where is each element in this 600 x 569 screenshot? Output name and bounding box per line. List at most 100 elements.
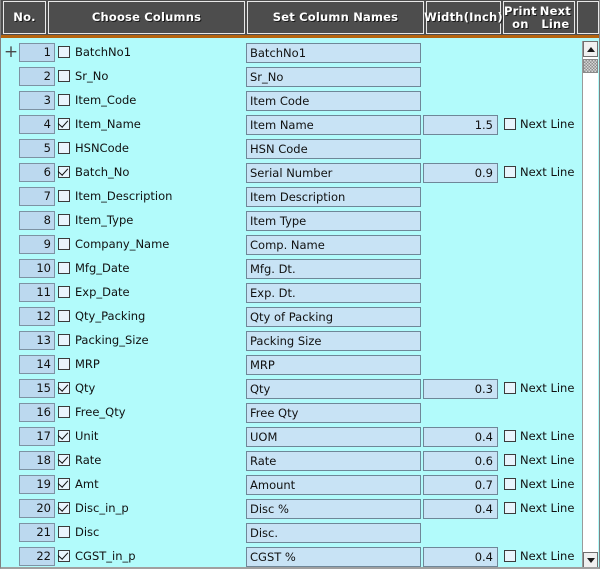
column-name-input[interactable]: CGST % — [246, 547, 421, 567]
choose-column-checkbox[interactable] — [58, 286, 70, 298]
column-name-input[interactable]: Rate — [246, 451, 421, 471]
column-name-input[interactable]: Item Type — [246, 211, 421, 231]
choose-column-checkbox[interactable] — [58, 526, 70, 538]
table-row[interactable]: 7 Item_Description Item Description — [1, 185, 586, 209]
row-number-cell[interactable]: 4 — [19, 115, 55, 134]
width-input[interactable]: 0.3 — [423, 379, 498, 399]
print-on-next-line-checkbox[interactable] — [504, 430, 516, 442]
column-header-print-on-next-line[interactable]: Print on Next Line — [503, 1, 575, 34]
row-number-cell[interactable]: 21 — [19, 523, 55, 542]
row-number-cell[interactable]: 16 — [19, 403, 55, 422]
choose-column-checkbox[interactable] — [58, 238, 70, 250]
column-name-input[interactable]: Amount — [246, 475, 421, 495]
column-name-input[interactable]: Comp. Name — [246, 235, 421, 255]
column-name-input[interactable]: BatchNo1 — [246, 43, 421, 63]
table-row[interactable]: 19 Amt Amount 0.7 Next Line — [1, 473, 586, 497]
scroll-up-button[interactable] — [583, 41, 598, 57]
row-number-cell[interactable]: 20 — [19, 499, 55, 518]
scrollbar-thumb[interactable] — [583, 59, 598, 73]
row-number-cell[interactable]: 11 — [19, 283, 55, 302]
row-number-cell[interactable]: 3 — [19, 91, 55, 110]
column-name-input[interactable]: Item Code — [246, 91, 421, 111]
column-name-input[interactable]: Serial Number — [246, 163, 421, 183]
table-row[interactable]: +1 BatchNo1 BatchNo1 — [1, 41, 586, 65]
print-on-next-line-checkbox[interactable] — [504, 478, 516, 490]
column-name-input[interactable]: Item Name — [246, 115, 421, 135]
row-number-cell[interactable]: 9 — [19, 235, 55, 254]
row-number-cell[interactable]: 1 — [19, 43, 55, 62]
print-on-next-line-checkbox[interactable] — [504, 166, 516, 178]
table-row[interactable]: 13 Packing_Size Packing Size — [1, 329, 586, 353]
column-header-set-column-names[interactable]: Set Column Names — [247, 1, 424, 34]
table-row[interactable]: 18 Rate Rate 0.6 Next Line — [1, 449, 586, 473]
choose-column-checkbox[interactable] — [58, 430, 70, 442]
choose-column-checkbox[interactable] — [58, 142, 70, 154]
choose-column-checkbox[interactable] — [58, 118, 70, 130]
column-header-no[interactable]: No. — [3, 1, 46, 34]
width-input[interactable]: 0.9 — [423, 163, 498, 183]
table-row[interactable]: 3 Item_Code Item Code — [1, 89, 586, 113]
choose-column-checkbox[interactable] — [58, 214, 70, 226]
table-row[interactable]: 12 Qty_Packing Qty of Packing — [1, 305, 586, 329]
table-row[interactable]: 14 MRP MRP — [1, 353, 586, 377]
choose-column-checkbox[interactable] — [58, 334, 70, 346]
column-name-input[interactable]: Disc % — [246, 499, 421, 519]
choose-column-checkbox[interactable] — [58, 46, 70, 58]
width-input[interactable]: 0.4 — [423, 499, 498, 519]
column-name-input[interactable]: Disc. — [246, 523, 421, 543]
choose-column-checkbox[interactable] — [58, 478, 70, 490]
choose-column-checkbox[interactable] — [58, 454, 70, 466]
row-number-cell[interactable]: 19 — [19, 475, 55, 494]
column-name-input[interactable]: HSN Code — [246, 139, 421, 159]
choose-column-checkbox[interactable] — [58, 382, 70, 394]
column-header-width[interactable]: Width (Inch) — [424, 1, 503, 34]
row-number-cell[interactable]: 13 — [19, 331, 55, 350]
vertical-scrollbar[interactable] — [582, 41, 598, 567]
print-on-next-line-checkbox[interactable] — [504, 382, 516, 394]
width-input[interactable]: 0.7 — [423, 475, 498, 495]
print-on-next-line-checkbox[interactable] — [504, 502, 516, 514]
column-name-input[interactable]: Qty — [246, 379, 421, 399]
width-input[interactable]: 0.6 — [423, 451, 498, 471]
column-name-input[interactable]: Packing Size — [246, 331, 421, 351]
column-name-input[interactable]: Exp. Dt. — [246, 283, 421, 303]
print-on-next-line-checkbox[interactable] — [504, 454, 516, 466]
row-number-cell[interactable]: 17 — [19, 427, 55, 446]
choose-column-checkbox[interactable] — [58, 94, 70, 106]
row-number-cell[interactable]: 12 — [19, 307, 55, 326]
row-number-cell[interactable]: 14 — [19, 355, 55, 374]
choose-column-checkbox[interactable] — [58, 358, 70, 370]
row-number-cell[interactable]: 15 — [19, 379, 55, 398]
table-row[interactable]: 20 Disc_in_p Disc % 0.4 Next Line — [1, 497, 586, 521]
column-name-input[interactable]: Free Qty — [246, 403, 421, 423]
row-number-cell[interactable]: 22 — [19, 547, 55, 566]
table-row[interactable]: 17 Unit UOM 0.4 Next Line — [1, 425, 586, 449]
table-row[interactable]: 11 Exp_Date Exp. Dt. — [1, 281, 586, 305]
choose-column-checkbox[interactable] — [58, 502, 70, 514]
table-row[interactable]: 21 Disc Disc. — [1, 521, 586, 545]
column-name-input[interactable]: Item Description — [246, 187, 421, 207]
column-name-input[interactable]: UOM — [246, 427, 421, 447]
row-number-cell[interactable]: 6 — [19, 163, 55, 182]
column-name-input[interactable]: MRP — [246, 355, 421, 375]
column-name-input[interactable]: Qty of Packing — [246, 307, 421, 327]
print-on-next-line-checkbox[interactable] — [504, 550, 516, 562]
column-name-input[interactable]: Sr_No — [246, 67, 421, 87]
table-row[interactable]: 16 Free_Qty Free Qty — [1, 401, 586, 425]
width-input[interactable]: 1.5 — [423, 115, 498, 135]
column-header-choose-columns[interactable]: Choose Columns — [48, 1, 245, 34]
print-on-next-line-checkbox[interactable] — [504, 118, 516, 130]
choose-column-checkbox[interactable] — [58, 262, 70, 274]
table-row[interactable]: 2 Sr_No Sr_No — [1, 65, 586, 89]
choose-column-checkbox[interactable] — [58, 190, 70, 202]
table-row[interactable]: 10 Mfg_Date Mfg. Dt. — [1, 257, 586, 281]
width-input[interactable]: 0.4 — [423, 547, 498, 567]
width-input[interactable]: 0.4 — [423, 427, 498, 447]
choose-column-checkbox[interactable] — [58, 70, 70, 82]
row-number-cell[interactable]: 8 — [19, 211, 55, 230]
row-number-cell[interactable]: 18 — [19, 451, 55, 470]
row-number-cell[interactable]: 5 — [19, 139, 55, 158]
scrollbar-track[interactable] — [583, 74, 598, 551]
row-number-cell[interactable]: 10 — [19, 259, 55, 278]
table-row[interactable]: 22 CGST_in_p CGST % 0.4 Next Line — [1, 545, 586, 567]
